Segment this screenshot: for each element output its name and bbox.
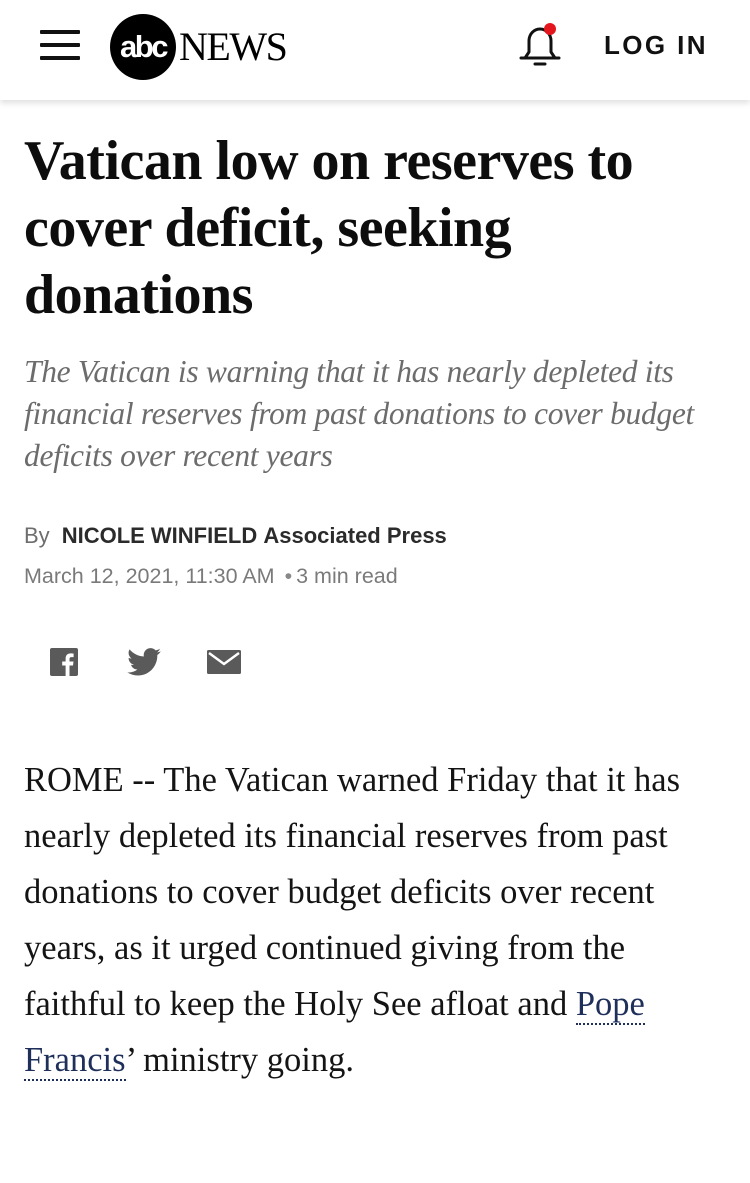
body-text-part: ’ ministry going. [125, 1041, 354, 1079]
read-time: 3 min read [296, 564, 398, 588]
article-headline: Vatican low on reserves to cover deficit… [24, 130, 634, 326]
article-subheadline: The Vatican is warning that it has nearl… [24, 354, 695, 473]
email-icon[interactable] [207, 650, 241, 674]
logo-mark: abc [110, 14, 176, 80]
login-button[interactable]: LOG IN [604, 30, 708, 61]
byline: By NICOLE WINFIELD Associated Press [24, 523, 447, 549]
facebook-icon[interactable] [50, 648, 78, 676]
byline-organization: Associated Press [263, 523, 447, 548]
site-header: abc NEWS LOG IN [0, 0, 750, 100]
menu-bar [40, 43, 80, 47]
menu-bar [40, 56, 80, 60]
hamburger-menu-icon[interactable] [40, 30, 80, 60]
author-link[interactable]: NICOLE WINFIELD [62, 523, 258, 548]
body-text-part: ROME -- The Vatican warned Friday that i… [24, 761, 680, 1023]
byline-prefix: By [24, 523, 50, 548]
abc-news-logo[interactable]: abc NEWS [110, 13, 288, 81]
notification-dot [544, 23, 556, 35]
article-body-paragraph: ROME -- The Vatican warned Friday that i… [24, 752, 724, 1088]
publish-date: March 12, 2021, 11:30 AM [24, 564, 275, 588]
logo-wordmark: NEWS [179, 24, 288, 69]
bell-icon-svg [519, 23, 561, 66]
dateline: March 12, 2021, 11:30 AM • 3 min read [24, 564, 398, 589]
menu-bar [40, 30, 80, 34]
separator-dot: • [284, 564, 293, 588]
bell-icon[interactable] [517, 20, 563, 70]
twitter-icon[interactable] [127, 648, 161, 676]
